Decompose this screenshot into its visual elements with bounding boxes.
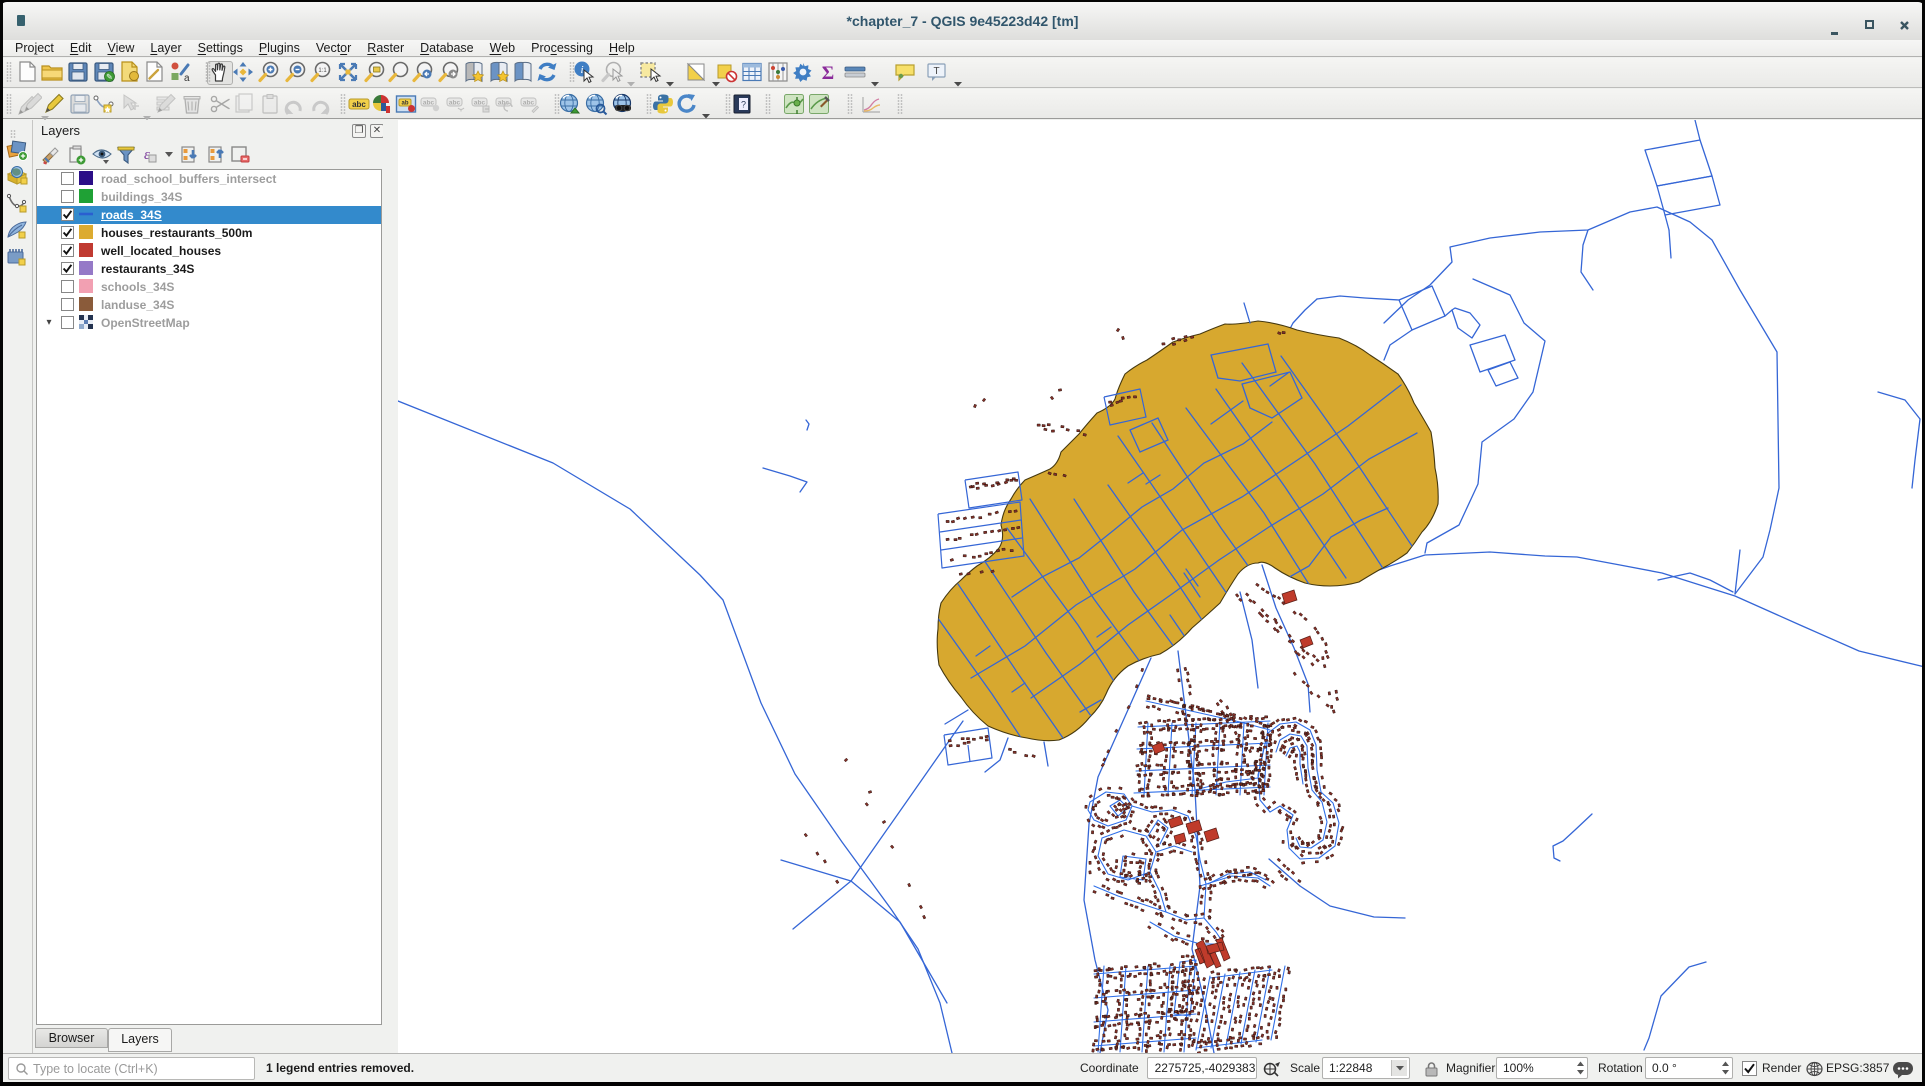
svg-text:✎: ✎ [106,73,113,82]
svg-text:a: a [184,73,190,84]
svg-text:Σ: Σ [822,63,834,84]
svg-text:abc: abc [352,100,366,109]
svg-text:1:1: 1:1 [318,68,327,74]
svg-text:i: i [580,64,583,76]
svg-text:abc: abc [449,99,461,106]
svg-text:?: ? [741,100,746,110]
svg-text:abc: abc [523,99,535,106]
svg-text:abc: abc [423,99,435,106]
svg-text:ab: ab [401,101,408,107]
svg-text:abc: abc [474,99,486,106]
svg-text:T: T [933,66,939,77]
